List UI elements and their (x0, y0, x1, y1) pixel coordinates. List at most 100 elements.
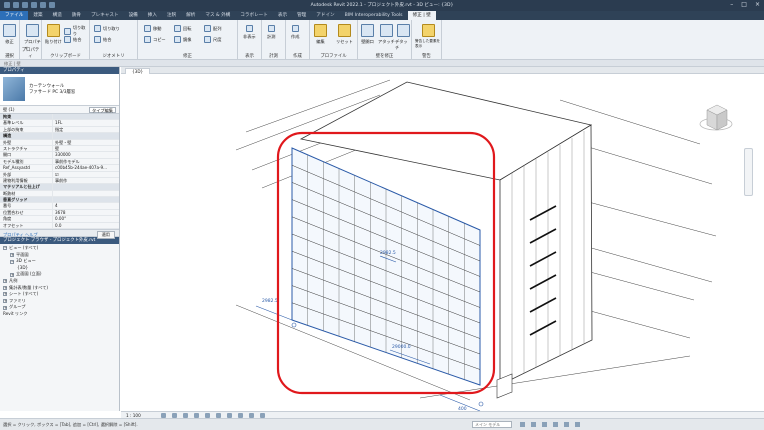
expand-toggle-icon[interactable]: − (3, 246, 7, 251)
property-value[interactable] (52, 197, 119, 203)
instance-filter[interactable]: 壁 (1) タイプ編集 (0, 106, 119, 114)
browser-node[interactable]: + 立面図 (立面) (0, 271, 119, 278)
property-value[interactable]: 指定 (52, 126, 119, 133)
expand-toggle-icon[interactable]: + (3, 305, 7, 310)
tab-structure[interactable]: 構造 (48, 11, 67, 20)
browser-node[interactable]: + グループ (0, 304, 119, 311)
tab-architecture[interactable]: 建築 (28, 11, 47, 20)
tab-modify-wall[interactable]: 修正 | 壁 (407, 11, 436, 20)
status-icons[interactable] (520, 422, 580, 427)
paste-button[interactable]: 貼り付け (45, 24, 62, 45)
dimension-label[interactable]: 29000.0 (392, 344, 411, 350)
browser-node[interactable]: + 凡例 (0, 278, 119, 285)
array-button[interactable]: 配列 (204, 25, 221, 32)
property-value[interactable] (52, 190, 119, 197)
mirror-button[interactable]: 鏡像 (174, 36, 191, 43)
property-value[interactable]: 4 (52, 203, 119, 209)
tab-annotate[interactable]: 注釈 (162, 11, 181, 20)
drag-elements-icon[interactable] (564, 422, 569, 427)
filter-icon[interactable] (575, 422, 580, 427)
select-underlay-icon[interactable] (531, 422, 536, 427)
minimize-icon[interactable]: – (730, 1, 733, 8)
tab-view[interactable]: 表示 (273, 11, 292, 20)
expand-toggle-icon[interactable]: + (3, 285, 7, 290)
control-handle[interactable] (291, 322, 297, 328)
active-workset[interactable]: メイン モデル (472, 421, 512, 428)
show-warnings-button[interactable]: 警告した要素を表示 (415, 24, 441, 49)
tab-analyze[interactable]: 解析 (181, 11, 200, 20)
wall-opening-button[interactable]: 壁開口 (361, 24, 374, 45)
browser-node[interactable]: Revit リンク (0, 311, 119, 318)
model-view-svg[interactable]: 2982.5 29000.0 2982.5 400 (121, 74, 764, 412)
tab-addins[interactable]: アドイン (311, 11, 339, 20)
close-icon[interactable]: × (755, 1, 760, 8)
tab-precast[interactable]: プレキャスト (86, 11, 124, 20)
dimension-label[interactable]: 2982.5 (262, 298, 278, 304)
tab-collaborate[interactable]: コラボレート (235, 11, 273, 20)
dimension-label[interactable]: 2982.5 (380, 250, 396, 256)
expand-toggle-icon[interactable]: − (10, 259, 14, 264)
paste-icon (46, 24, 60, 37)
property-value[interactable]: ☑ (52, 171, 119, 177)
select-pinned-icon[interactable] (542, 422, 547, 427)
properties-help-link[interactable]: プロパティ ヘルプ (3, 232, 38, 238)
detach-button[interactable]: デタッチ (395, 24, 411, 51)
tab-bim-interop[interactable]: BIM Interoperability Tools (340, 11, 408, 20)
drawing-canvas[interactable]: 2982.5 29000.0 2982.5 400 (121, 74, 764, 412)
geometry-join-button[interactable]: 結合 (94, 36, 111, 43)
property-value[interactable]: 壁 (52, 145, 119, 152)
expand-toggle-icon[interactable]: + (3, 299, 7, 304)
navigation-bar[interactable] (744, 148, 753, 196)
tab-file[interactable]: ファイル (0, 11, 29, 20)
property-value[interactable] (52, 114, 119, 120)
property-value[interactable]: 330000 (52, 152, 119, 158)
hide-button[interactable]: 非表示 (243, 25, 256, 40)
expand-toggle-icon[interactable]: + (3, 279, 7, 284)
property-value[interactable] (52, 133, 119, 139)
property-value[interactable]: 3678 (52, 209, 119, 216)
property-value[interactable] (52, 184, 119, 190)
tab-systems[interactable]: 設備 (124, 11, 143, 20)
select-face-icon[interactable] (553, 422, 558, 427)
browser-node[interactable]: + シート (すべて) (0, 291, 119, 298)
property-value[interactable]: 外壁・壁 (52, 139, 119, 145)
window-controls[interactable]: – □ × (730, 1, 760, 8)
property-value[interactable]: 0.00° (52, 216, 119, 222)
rotate-icon (174, 25, 181, 32)
type-selector[interactable]: カーテンウォール ファサード PC 3/3層窓 (0, 74, 119, 106)
property-value[interactable]: 0.0 (52, 222, 119, 229)
expand-toggle-icon[interactable]: + (10, 252, 14, 257)
select-links-icon[interactable] (520, 422, 525, 427)
create-button[interactable]: 作成 (291, 25, 299, 40)
property-value[interactable]: 1FL (52, 120, 119, 126)
expand-toggle-icon[interactable]: + (3, 292, 7, 297)
browser-node[interactable]: − ビュー (すべて) (0, 245, 119, 252)
scale-button[interactable]: 尺度 (204, 36, 221, 43)
edit-type-button[interactable]: タイプ編集 (89, 107, 116, 113)
tab-steel[interactable]: 鉄骨 (67, 11, 86, 20)
browser-node[interactable]: −3D ビュー (0, 258, 119, 265)
rotate-button[interactable]: 回転 (174, 25, 191, 32)
reset-profile-button[interactable]: リセット (336, 24, 353, 45)
tab-insert[interactable]: 挿入 (143, 11, 162, 20)
property-name: マテリアルと仕上げ (3, 184, 40, 190)
maximize-icon[interactable]: □ (741, 1, 747, 8)
geometry-cut-button[interactable]: 切り取り (94, 25, 120, 32)
move-button[interactable]: 移動 (144, 25, 161, 32)
attach-button[interactable]: アタッチ (378, 24, 395, 45)
apply-button[interactable]: 適用 (96, 231, 115, 240)
join-button[interactable]: 結合 (64, 36, 81, 43)
expand-toggle-icon[interactable]: + (10, 272, 14, 277)
view-cube[interactable] (699, 104, 733, 131)
property-value[interactable]: 事前作モデル (52, 158, 119, 165)
edit-profile-button[interactable]: 編集 (314, 24, 327, 45)
control-handle[interactable] (478, 401, 484, 407)
copy-button[interactable]: コピー (144, 36, 166, 43)
tab-massing[interactable]: マス & 外構 (200, 11, 235, 20)
browser-node[interactable]: + 集計表/数量 (すべて) (0, 285, 119, 292)
tab-manage[interactable]: 管理 (292, 11, 311, 20)
modify-button[interactable]: 修正 (3, 24, 16, 45)
property-value[interactable]: c00b45b-244ae-407a-9... (52, 165, 119, 171)
property-value[interactable]: 事前作 (52, 177, 119, 184)
measure-button[interactable]: 計測 (267, 25, 275, 40)
